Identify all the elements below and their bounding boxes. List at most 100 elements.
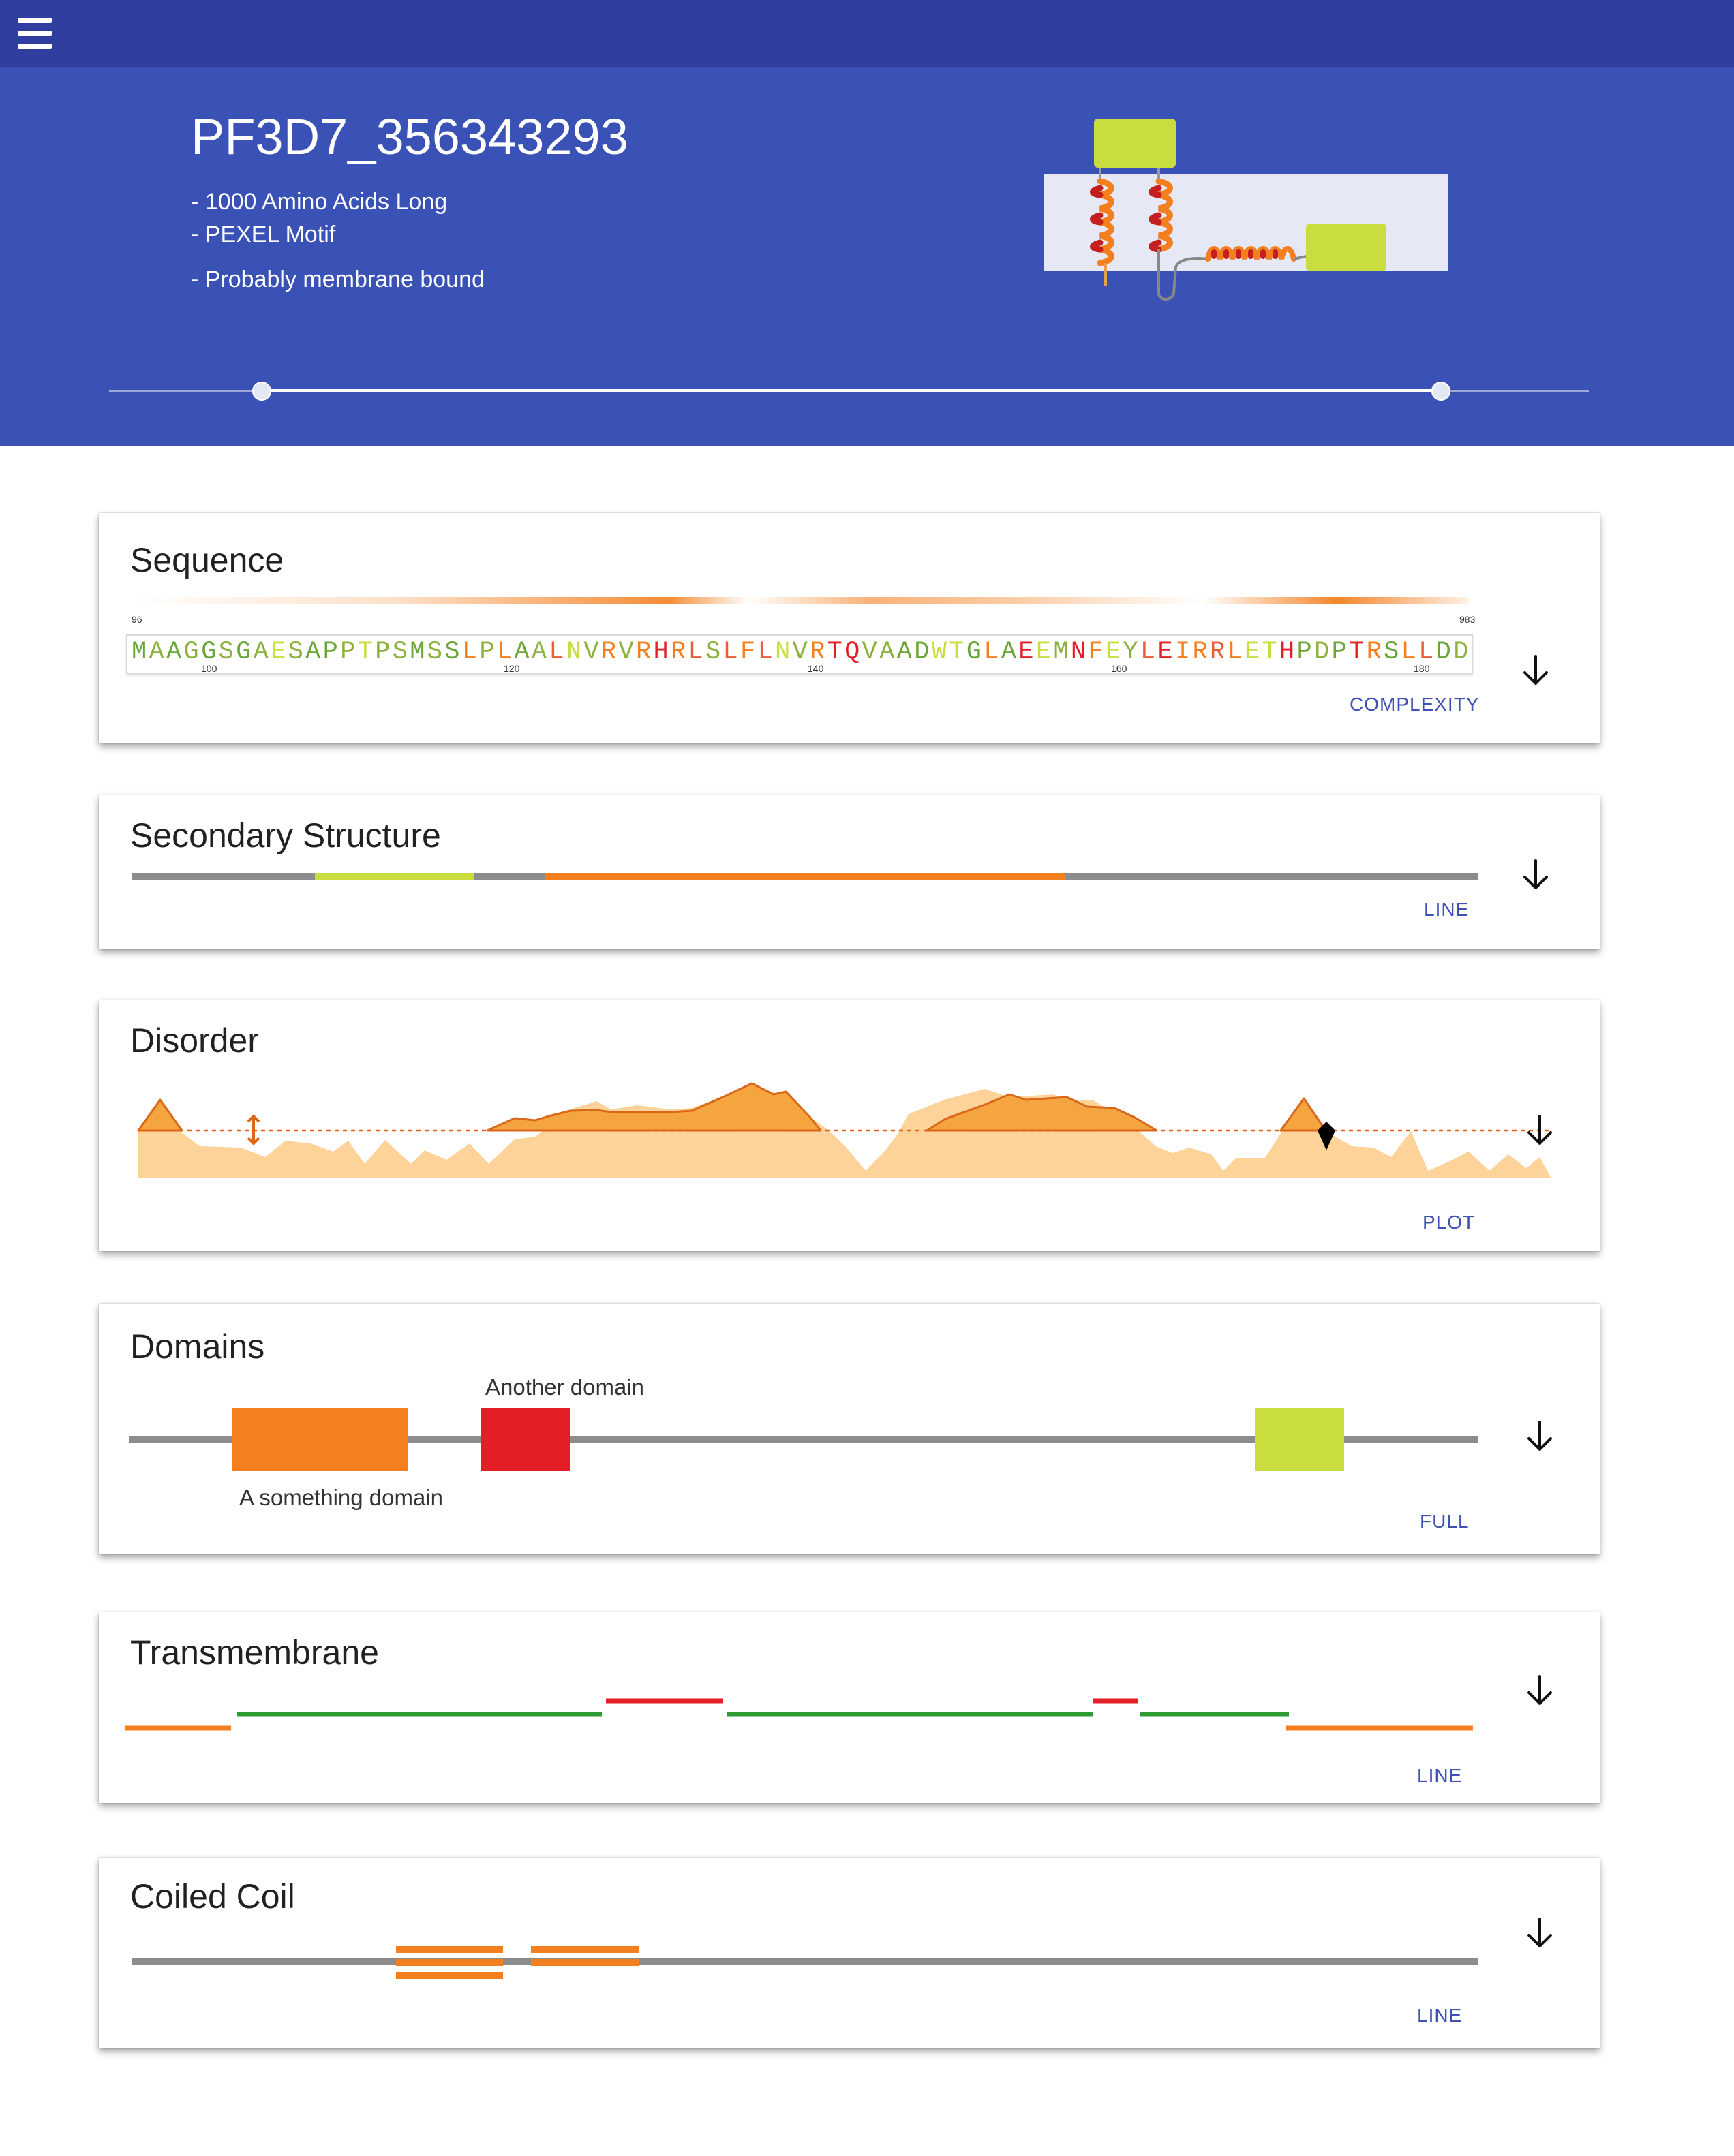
residue: T [1349,638,1365,666]
sequence-viewer[interactable]: MAAGGSGAESAPPTPSMSSLPLAALNVRVRHRLSLFLNVR… [126,634,1473,674]
residue: R [600,638,617,666]
residue: R [670,638,686,666]
residue: V [792,638,808,666]
line-mode-button[interactable]: LINE [1417,1765,1462,1787]
residue: V [583,638,599,666]
range-slider-selection [262,389,1441,392]
sequence-end-label: 983 [1459,614,1476,625]
arrow-down-icon[interactable] [1515,649,1556,690]
domains-track [129,1408,1478,1471]
residue: Q [845,638,860,666]
residue: S [1384,638,1399,666]
residue: D [914,638,930,666]
protein-topology-illustration [1044,119,1448,301]
domain-label: A something domain [239,1485,444,1510]
residue: S [427,638,442,666]
residue: L [1227,638,1243,666]
residue: S [288,638,303,666]
residue: T [357,638,373,666]
residue: G [183,638,199,666]
arrow-down-icon[interactable] [1519,1669,1560,1710]
residue: N [566,638,582,666]
coiled-coil-card: Coiled Coil LINE [99,1858,1600,2048]
residue: L [461,638,478,666]
card-title: Sequence [130,541,284,579]
residue: A [166,638,182,666]
residue: E [1018,638,1034,666]
domain-block-a-something [232,1408,408,1471]
complexity-heatstrip [134,597,1470,604]
residue: L [688,638,703,666]
residue: D [1453,638,1469,666]
plot-mode-button[interactable]: PLOT [1423,1212,1475,1233]
residue: F [740,638,756,666]
residue: L [722,638,738,666]
sequence-tick-label: 160 [1111,663,1127,674]
disorder-above-threshold [137,1082,1327,1132]
residue: R [635,638,652,666]
residue: L [757,638,773,666]
transmembrane-track [125,1698,1473,1731]
residue: P [1331,638,1347,666]
transmembrane-card: Transmembrane LINE [99,1612,1600,1803]
residue: N [775,638,791,666]
residue: S [218,638,234,666]
intracellular-domain [1306,224,1386,271]
residue: R [1366,638,1382,666]
disorder-card: Disorder PLOT [99,1000,1600,1251]
residue: W [931,638,947,666]
residue: R [1192,638,1208,666]
disorder-plot [137,1082,1551,1178]
residue: H [653,638,669,666]
residue: S [444,638,460,666]
residue: R [1209,638,1226,666]
residue: G [236,638,252,666]
residue: L [549,638,564,666]
residue: V [618,638,634,666]
residue: E [271,638,286,666]
complexity-mode-button[interactable]: COMPLEXITY [1350,694,1479,715]
line-mode-button[interactable]: LINE [1424,899,1469,921]
arrow-down-icon[interactable] [1519,1415,1560,1456]
residue: E [1245,638,1260,666]
domain-block-another [481,1408,570,1471]
residue: T [949,638,964,666]
residue: P [479,638,495,666]
residue: L [984,638,999,666]
range-slider-end-handle[interactable] [1431,382,1450,401]
arrow-down-icon[interactable] [1519,1912,1560,1953]
extracellular-domain [1094,119,1176,168]
residue: A [531,638,547,666]
coiled-coil-track [132,1946,1478,1979]
helix-1 [1090,178,1114,266]
sequence-residues: MAAGGSGAESAPPTPSMSSLPLAALNVRVRHRLSLFLNVR… [132,636,1469,670]
residue: A [253,638,269,666]
residue: A [1001,638,1016,666]
residue: P [1296,638,1312,666]
line-mode-button[interactable]: LINE [1417,2005,1462,2027]
residue: P [322,638,338,666]
residue: E [1035,638,1052,666]
residue: E [1157,638,1173,666]
residue: V [862,638,877,666]
full-mode-button[interactable]: FULL [1420,1511,1469,1533]
residue: N [1070,638,1086,666]
residue: S [392,638,408,666]
residue: D [1435,638,1451,666]
residue: S [705,638,721,666]
sequence-tick-label: 100 [201,663,217,674]
threshold-drag-handle [247,1114,260,1145]
residue: T [827,638,842,666]
residue: A [305,638,321,666]
residue: A [879,638,895,666]
domain-block-unlabeled [1255,1408,1344,1471]
residue: M [1053,638,1069,666]
residue: I [1174,638,1191,666]
sequence-tick-label: 180 [1414,663,1430,674]
arrow-down-icon[interactable] [1519,1109,1560,1150]
residue: G [966,638,982,666]
secondary-structure-track [132,873,1478,880]
arrow-down-icon[interactable] [1515,854,1556,895]
range-slider-start-handle[interactable] [252,382,271,401]
secondary-structure-card: Secondary Structure LINE [99,795,1600,949]
